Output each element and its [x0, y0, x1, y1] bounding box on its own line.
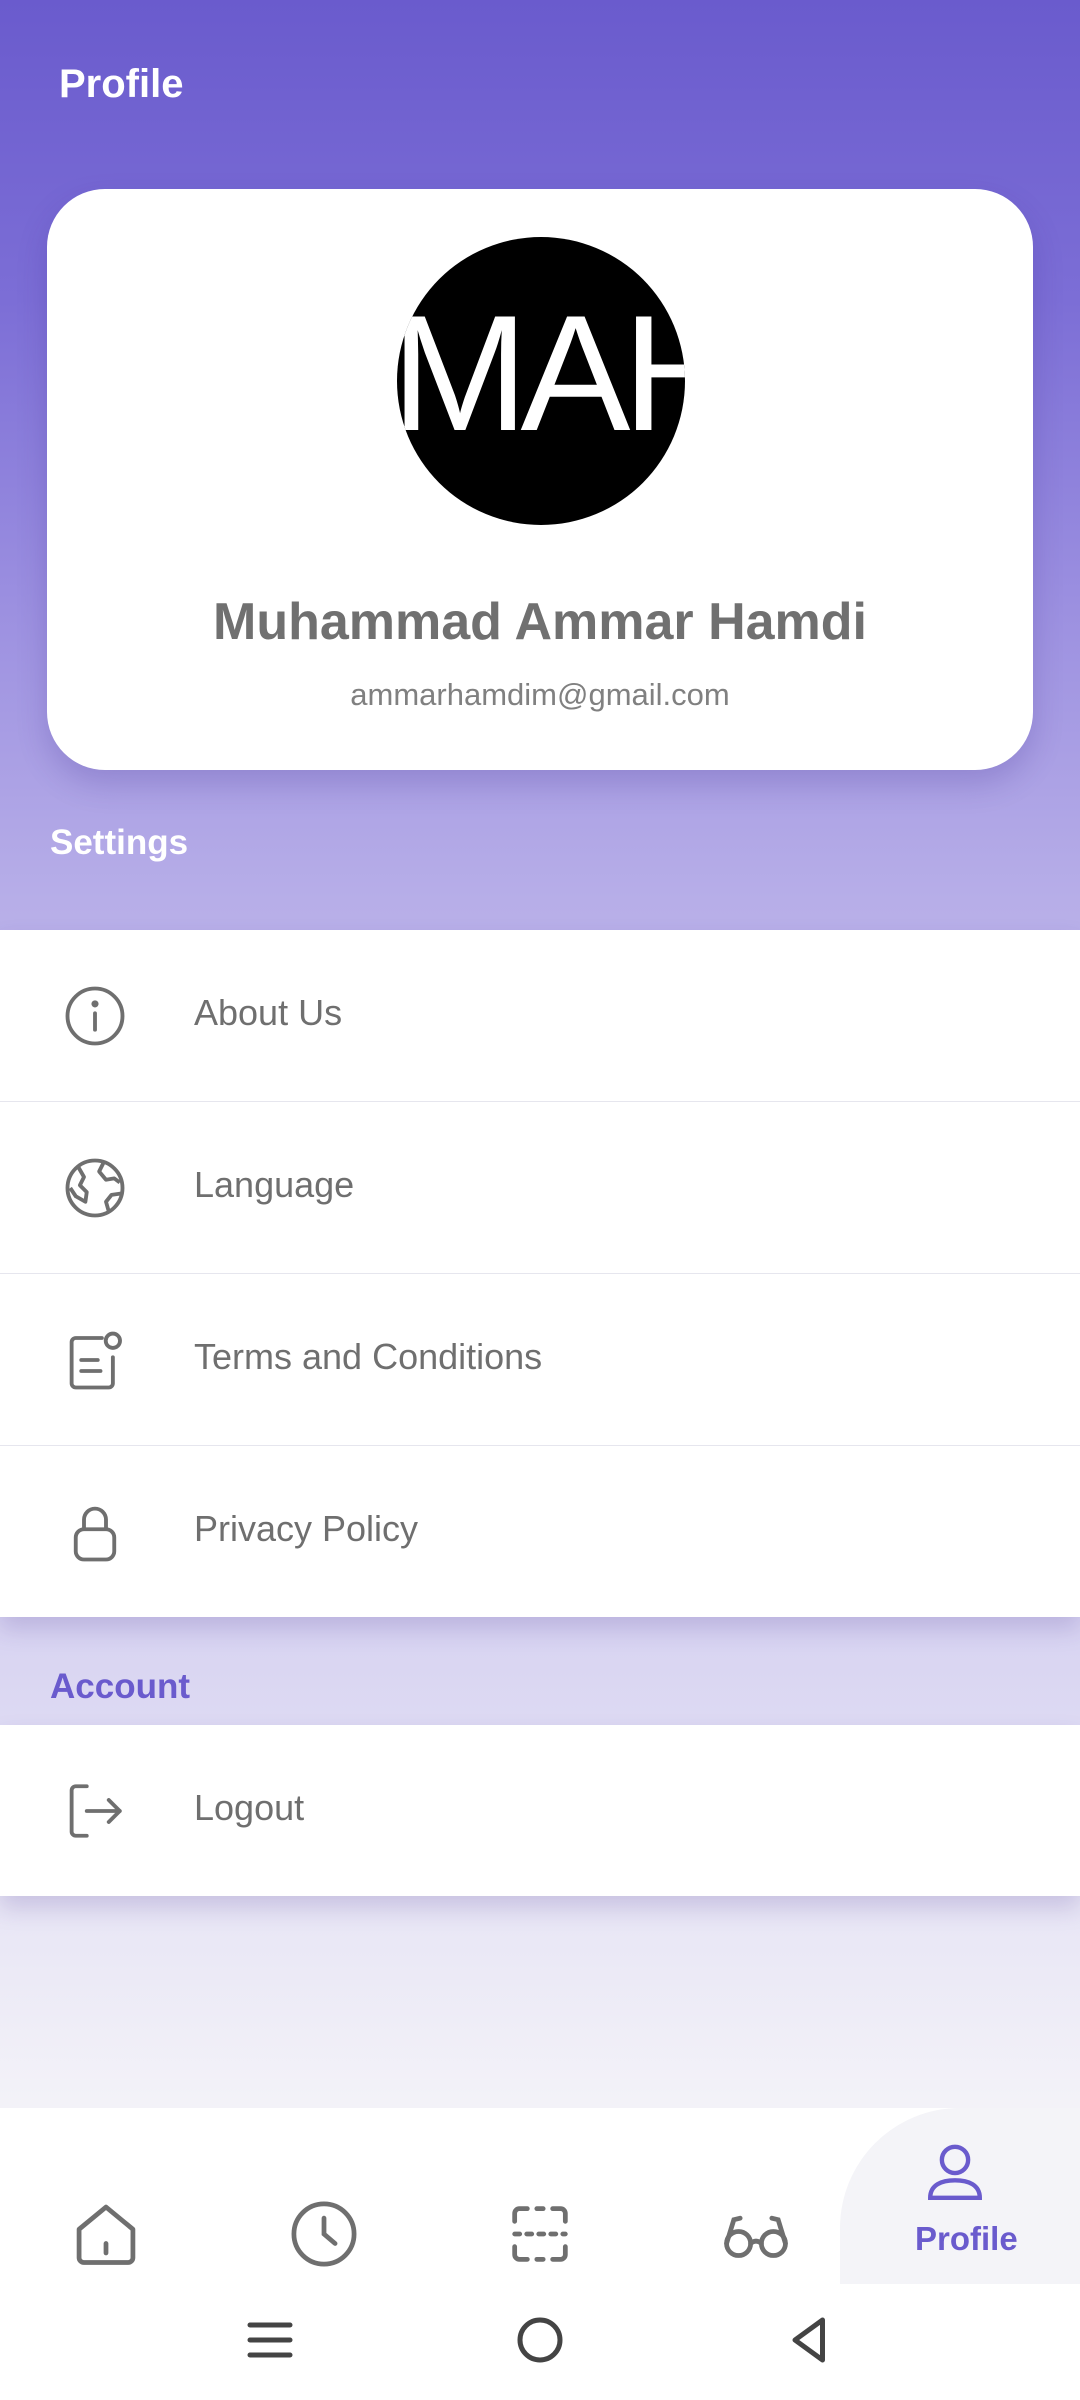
lock-icon — [73, 1506, 117, 1562]
account-list: Logout — [0, 1725, 1080, 1896]
menu-item-label: Terms and Conditions — [194, 1336, 543, 1377]
info-icon — [65, 986, 125, 1046]
avatar-initials: MAH — [397, 281, 685, 465]
nav-profile[interactable]: Profile — [840, 2108, 1080, 2284]
bottom-nav: Profile — [0, 2108, 1080, 2284]
glasses-icon — [724, 2215, 788, 2258]
page-title: Profile — [59, 62, 184, 106]
nav-home[interactable] — [68, 2108, 144, 2284]
menu-item-label: Language — [194, 1164, 355, 1205]
menu-item-about-us[interactable]: About Us — [0, 930, 1080, 1102]
nav-scan[interactable] — [502, 2108, 578, 2284]
home-button-icon[interactable] — [510, 2310, 570, 2370]
nav-glasses[interactable] — [718, 2108, 794, 2284]
globe-icon — [65, 1158, 125, 1218]
home-icon — [76, 2204, 136, 2265]
menu-item-label: About Us — [194, 992, 343, 1033]
clock-icon — [291, 2201, 357, 2267]
menu-item-logout[interactable]: Logout — [0, 1725, 1080, 1896]
scan-icon — [512, 2206, 568, 2262]
user-name: Muhammad Ammar Hamdi — [213, 593, 867, 651]
user-icon — [928, 2144, 982, 2200]
back-icon[interactable] — [780, 2310, 840, 2370]
recent-apps-icon[interactable] — [240, 2310, 300, 2370]
nav-profile-label: Profile — [915, 2220, 1018, 2257]
settings-section-label: Settings — [50, 823, 189, 862]
avatar[interactable]: MAH — [397, 237, 685, 525]
logout-icon — [69, 1784, 122, 1838]
document-icon — [69, 1331, 122, 1390]
system-nav-bar — [0, 2284, 1080, 2400]
user-email: ammarhamdim@gmail.com — [350, 677, 730, 712]
nav-history[interactable] — [286, 2108, 362, 2284]
profile-card: MAH Muhammad Ammar Hamdi ammarhamdim@gma… — [47, 189, 1033, 770]
menu-item-terms[interactable]: Terms and Conditions — [0, 1274, 1080, 1446]
settings-list: About Us Language Terms and Conditions P… — [0, 930, 1080, 1617]
menu-item-label: Privacy Policy — [194, 1508, 419, 1549]
menu-item-label: Logout — [194, 1787, 305, 1828]
menu-item-language[interactable]: Language — [0, 1102, 1080, 1274]
menu-item-privacy-policy[interactable]: Privacy Policy — [0, 1446, 1080, 1617]
account-section-label: Account — [50, 1667, 190, 1706]
